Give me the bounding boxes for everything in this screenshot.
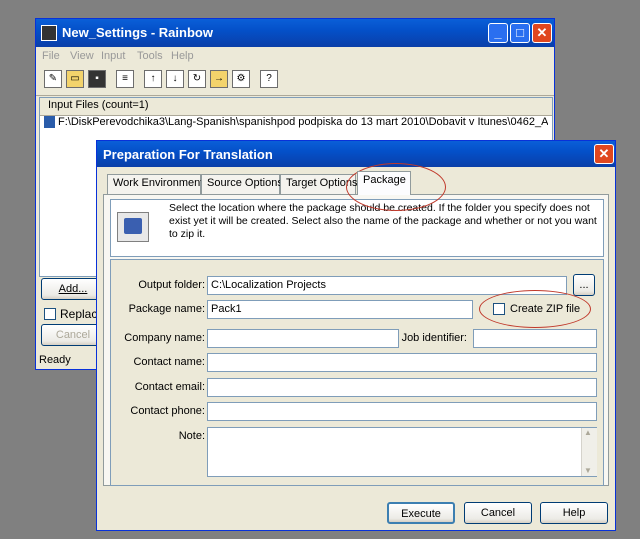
output-folder-label: Output folder: <box>138 279 205 291</box>
folder-arrow-icon[interactable]: → <box>210 70 228 88</box>
cancel-button[interactable]: Cancel <box>464 502 532 524</box>
job-identifier-input[interactable] <box>473 329 597 348</box>
save-icon[interactable]: ▪ <box>88 70 106 88</box>
dialog-title: Preparation For Translation <box>103 147 273 162</box>
document-icon[interactable]: ≡ <box>116 70 134 88</box>
window-title: New_Settings - Rainbow <box>62 25 213 40</box>
note-label: Note: <box>178 430 205 442</box>
browse-button[interactable]: ... <box>573 274 595 296</box>
replace-checkbox[interactable] <box>44 308 56 320</box>
import-icon[interactable]: ↑ <box>144 70 162 88</box>
help-button[interactable]: Help <box>540 502 608 524</box>
job-identifier-label: Job identifier: <box>401 332 467 344</box>
menu-help[interactable]: Help <box>171 50 194 62</box>
menu-bar: File View Input Tools Help <box>36 47 554 65</box>
help-icon[interactable]: ? <box>260 70 278 88</box>
settings-icon[interactable]: ⚙ <box>232 70 250 88</box>
menu-tools[interactable]: Tools <box>137 50 163 62</box>
app-icon <box>41 25 57 41</box>
package-name-label: Package name: <box>128 303 205 315</box>
maximize-icon[interactable]: □ <box>510 23 530 43</box>
new-file-icon[interactable]: ✎ <box>44 70 62 88</box>
contact-name-label: Contact name: <box>133 356 205 368</box>
menu-input[interactable]: Input <box>101 50 125 62</box>
export-icon[interactable]: ↓ <box>166 70 184 88</box>
contact-name-input[interactable] <box>207 353 597 372</box>
open-folder-icon[interactable]: ▭ <box>66 70 84 88</box>
execute-button[interactable]: Execute <box>387 502 455 524</box>
menu-view[interactable]: View <box>70 50 94 62</box>
scroll-up-icon[interactable]: ▲ <box>584 428 592 437</box>
package-icon-glyph <box>124 218 142 234</box>
close-icon[interactable]: ✕ <box>532 23 552 43</box>
status-text: Ready <box>39 354 71 366</box>
description-box: Select the location where the package sh… <box>110 199 604 257</box>
contact-phone-input[interactable] <box>207 402 597 421</box>
company-name-label: Company name: <box>124 332 205 344</box>
contact-email-label: Contact email: <box>134 381 205 393</box>
dialog-close-icon[interactable]: ✕ <box>594 144 614 164</box>
input-files-header: Input Files (count=1) <box>40 98 552 116</box>
company-name-input[interactable] <box>207 329 399 348</box>
tab-target-options[interactable]: Target Options <box>280 174 358 194</box>
minimize-icon[interactable]: _ <box>488 23 508 43</box>
contact-email-input[interactable] <box>207 378 597 397</box>
tab-panel: Select the location where the package sh… <box>103 194 609 486</box>
dialog-titlebar: Preparation For Translation ✕ <box>97 141 615 167</box>
toolbar: ✎ ▭ ▪ ≡ ↑ ↓ ↻ → ⚙ ? <box>36 65 554 96</box>
note-textarea[interactable] <box>207 427 597 477</box>
contact-phone-label: Contact phone: <box>130 405 205 417</box>
tab-source-options[interactable]: Source Options <box>201 174 283 194</box>
rainbow-titlebar: New_Settings - Rainbow _ □ ✕ <box>36 19 554 47</box>
tab-package[interactable]: Package <box>357 171 411 195</box>
file-path[interactable]: F:\DiskPerevodchika3\Lang-Spanish\spanis… <box>58 116 548 128</box>
form-box: Output folder: C:\Localization Projects … <box>110 259 604 486</box>
package-name-input[interactable]: Pack1 <box>207 300 473 319</box>
tab-work-environment[interactable]: Work Environment <box>107 174 203 194</box>
menu-file[interactable]: File <box>42 50 60 62</box>
file-icon <box>44 116 55 128</box>
scroll-down-icon[interactable]: ▼ <box>584 466 592 475</box>
refresh-icon[interactable]: ↻ <box>188 70 206 88</box>
zip-annotation-circle <box>479 290 591 328</box>
